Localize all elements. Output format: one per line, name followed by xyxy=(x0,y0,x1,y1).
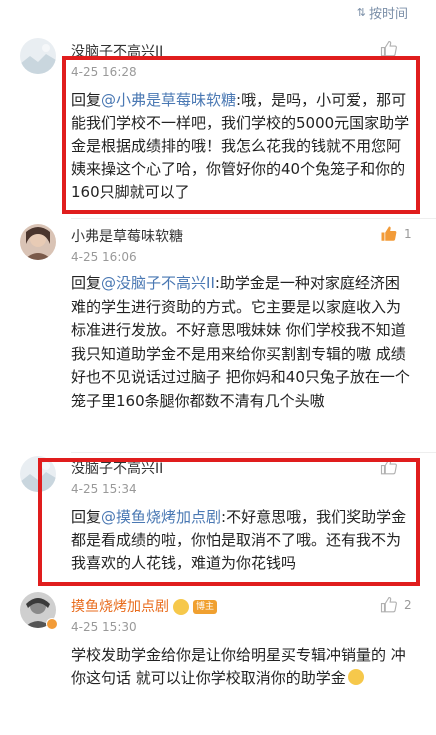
like-button[interactable]: 2 xyxy=(380,596,414,614)
username[interactable]: 没脑子不高兴II xyxy=(71,458,163,478)
like-button[interactable] xyxy=(380,40,414,58)
thumbs-up-icon xyxy=(381,226,397,241)
comment-text: 回复@小弗是草莓味软糖:哦，是吗，小可爱，那可能我们学校不一样吧，我们学校的50… xyxy=(71,91,410,201)
timestamp: 4-25 16:06 xyxy=(71,250,137,264)
timestamp: 4-25 15:34 xyxy=(71,482,137,496)
mention-link[interactable]: @没脑子不高兴II xyxy=(101,274,215,292)
timestamp: 4-25 15:30 xyxy=(71,620,137,634)
avatar[interactable] xyxy=(20,224,56,260)
mention-link[interactable]: @摸鱼烧烤加点剧 xyxy=(101,508,221,526)
timestamp: 4-25 16:28 xyxy=(71,65,137,79)
like-count: 2 xyxy=(404,598,412,612)
mention-link[interactable]: @小弗是草莓味软糖 xyxy=(101,91,236,109)
comment-text: 回复@没脑子不高兴II:助学金是一种对家庭经济困难的学生进行资助的方式。它主要是… xyxy=(71,274,410,410)
thumbs-up-icon xyxy=(380,40,397,57)
comment-item: 没脑子不高兴II 4-25 16:28 回复@小弗是草莓味软糖:哦，是吗，小可爱… xyxy=(0,0,436,201)
comment-text: 回复@摸鱼烧烤加点剧:不好意思哦，我们奖助学金都是看成绩的啦，你怕是取消不了哦。… xyxy=(71,508,407,572)
avatar[interactable] xyxy=(20,456,56,492)
divider xyxy=(71,218,436,219)
divider xyxy=(71,452,436,453)
emoji-icon xyxy=(173,599,189,615)
like-count: 1 xyxy=(404,227,412,241)
avatar[interactable] xyxy=(20,38,56,74)
comment-text: 学校发助学金给你是让你给明星买专辑冲销量的 冲你这句话 就可以让你学校取消你的助… xyxy=(71,646,406,687)
like-button[interactable] xyxy=(380,458,414,476)
verified-badge-icon xyxy=(46,618,58,630)
like-button[interactable]: 1 xyxy=(380,225,414,243)
username[interactable]: 小弗是草莓味软糖 xyxy=(71,226,183,246)
thumbs-up-icon xyxy=(380,596,397,613)
thumbs-up-icon xyxy=(380,458,397,475)
username[interactable]: 没脑子不高兴II xyxy=(71,41,163,61)
username[interactable]: 摸鱼烧烤加点剧 博主 xyxy=(71,596,218,616)
blogger-badge: 博主 xyxy=(193,600,218,614)
emoji-icon xyxy=(347,669,364,685)
